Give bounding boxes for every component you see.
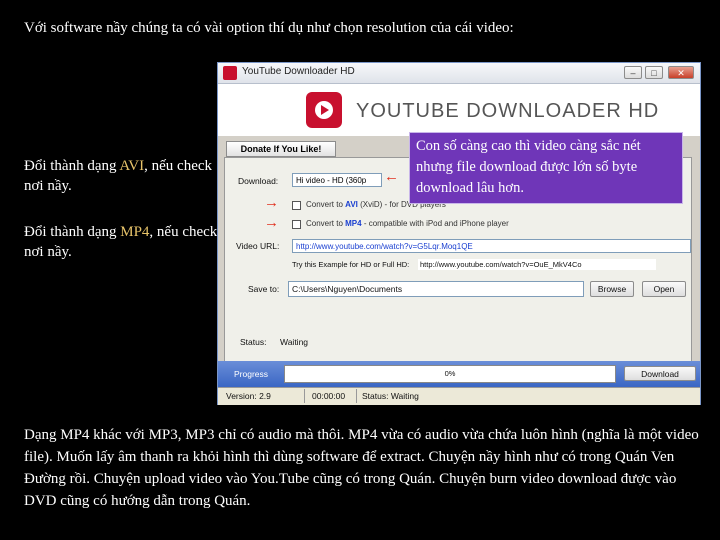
logo-icon [306,92,342,128]
app-window: YouTube Downloader HD – □ ✕ YOUTUBE DOWN… [217,62,701,405]
status-bar: Version: 2.9 00:00:00 Status: Waiting [218,387,700,405]
arrow-right-icon: → [264,214,279,231]
brand-name: YOUTUBE DOWNLOADER HD [356,100,660,122]
elapsed-time: 00:00:00 [312,391,346,401]
donate-button[interactable]: Donate If You Like! [226,141,336,157]
status-separator [356,389,357,403]
status-value: Waiting [280,337,309,347]
convert-avi-checkbox[interactable] [292,201,301,210]
minimize-button[interactable]: – [624,66,642,79]
close-button[interactable]: ✕ [668,66,694,79]
status-separator [304,389,305,403]
note-avi-before: Đổi thành dạng [24,158,120,174]
slide-heading: Với software nầy chúng ta có vài option … [24,20,514,36]
resolution-select[interactable]: Hi video - HD (360p [292,173,382,187]
arrow-right-icon: → [264,194,279,211]
convert-mp4-checkbox[interactable] [292,220,301,229]
minimize-icon: – [630,68,636,78]
window-title: YouTube Downloader HD [242,66,355,77]
close-icon: ✕ [677,68,685,78]
maximize-icon: □ [651,68,657,78]
arrow-left-icon: ← [384,168,399,185]
title-bar[interactable]: YouTube Downloader HD – □ ✕ [218,63,700,84]
save-to-input[interactable]: C:\Users\Nguyen\Documents [288,281,584,297]
version-text: Version: 2.9 [226,391,271,401]
convert-avi-before: Convert to [306,200,346,209]
note-mp4-before: Đổi thành dạng [24,224,121,240]
app-banner: YOUTUBE DOWNLOADER HD [218,84,700,136]
convert-mp4-format: MP4 [345,219,362,228]
download-button[interactable]: Download [624,366,696,381]
download-label: Download: [238,176,279,186]
browse-button[interactable]: Browse [590,281,634,297]
example-hint-label: Try this Example for HD or Full HD: [292,260,410,269]
maximize-button[interactable]: □ [645,66,663,79]
play-icon [321,105,329,115]
status-label: Status: [240,337,267,347]
convert-mp4-after: - compatible with iPod and iPhone player [361,219,509,228]
progress-percent: 0% [444,369,456,378]
resolution-callout: Con số càng cao thì video càng sắc nét n… [409,132,683,204]
note-mp4: Đổi thành dạng MP4, nếu check nơi nầy. [24,222,219,262]
statusbar-status: Status: Waiting [362,391,419,401]
video-url-label: Video URL: [236,241,280,251]
app-icon [223,66,237,80]
convert-mp4-label: Convert to MP4 - compatible with iPod an… [306,219,509,228]
convert-mp4-before: Convert to [306,219,346,228]
progress-bar: 0% [284,365,616,383]
convert-avi-format: AVI [345,200,358,209]
video-url-input[interactable]: http://www.youtube.com/watch?v=G5Lqr.Moq… [292,239,691,253]
note-avi: Đổi thành dạng AVI, nếu check nơi nầy. [24,156,219,196]
progress-label: Progress [234,369,269,379]
note-mp4-format: MP4 [120,224,150,240]
open-button[interactable]: Open [642,281,686,297]
bottom-paragraph: Dạng MP4 khác với MP3, MP3 chỉ có audio … [24,427,699,509]
example-url-field[interactable]: http://www.youtube.com/watch?v=OuE_MkV4C… [418,259,656,270]
save-to-label: Save to: [248,284,280,294]
note-avi-format: AVI [119,158,145,174]
